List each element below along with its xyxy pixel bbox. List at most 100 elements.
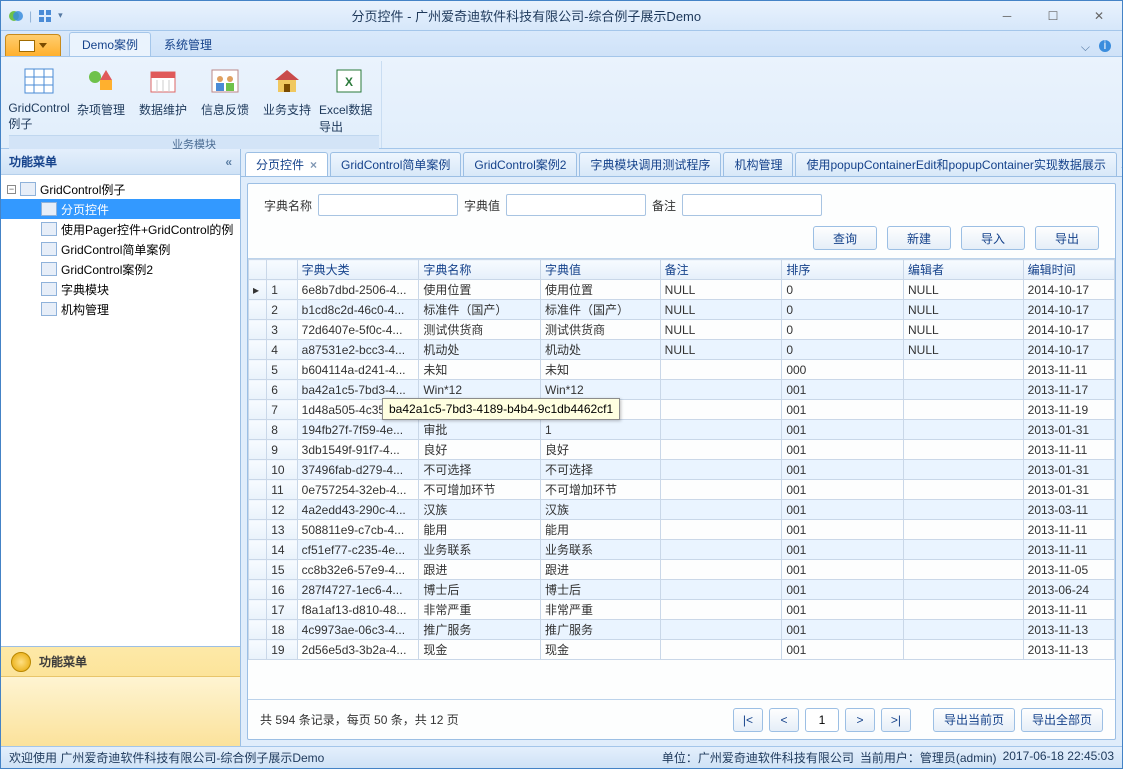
form-icon xyxy=(41,222,57,236)
rb-label: Excel数据导出 xyxy=(319,101,379,135)
tab-case2[interactable]: GridControl案例2 xyxy=(463,152,577,176)
tab-paging[interactable]: 分页控件× xyxy=(245,152,328,176)
cell-tooltip: ba42a1c5-7bd3-4189-b4b4-9c1db4462cf1 xyxy=(382,398,620,420)
form-icon xyxy=(41,202,57,216)
qat-dropdown-icon[interactable]: ▾ xyxy=(58,10,63,21)
col-sort[interactable]: 排序 xyxy=(782,260,904,280)
tree-item-org[interactable]: 机构管理 xyxy=(1,299,240,319)
col-name[interactable]: 字典名称 xyxy=(419,260,541,280)
filter-name-label: 字典名称 xyxy=(264,197,312,214)
tree-item-pagergrid[interactable]: 使用Pager控件+GridControl的例 xyxy=(1,219,240,239)
tab-dicttest[interactable]: 字典模块调用测试程序 xyxy=(579,152,721,176)
filter-remark-input[interactable] xyxy=(682,194,822,216)
tree-item-case2[interactable]: GridControl案例2 xyxy=(1,259,240,279)
data-grid[interactable]: 字典大类 字典名称 字典值 备注 排序 编辑者 编辑时间 ▸16e8b7dbd-… xyxy=(248,258,1115,699)
status-company: 单位：广州爱奇迪软件科技有限公司 xyxy=(662,749,854,766)
export-all-button[interactable]: 导出全部页 xyxy=(1021,708,1103,732)
table-row[interactable]: 15cc8b32e6-57e9-4...跟进跟进0012013-11-05 xyxy=(249,560,1115,580)
nav-footer: 功能菜单 xyxy=(1,646,240,746)
table-row[interactable]: 110e757254-32eb-4...不可增加环节不可增加环节0012013-… xyxy=(249,480,1115,500)
filter-name-input[interactable] xyxy=(318,194,458,216)
table-row[interactable]: 8194fb27f-7f59-4e...审批10012013-01-31 xyxy=(249,420,1115,440)
folder-icon xyxy=(20,182,36,196)
ribbon-feedback[interactable]: 信息反馈 xyxy=(195,61,255,135)
nav-collapse-icon[interactable]: « xyxy=(225,155,232,169)
tree-root[interactable]: −GridControl例子 xyxy=(1,179,240,199)
app-icon[interactable] xyxy=(7,7,25,25)
tab-scroll-left-icon[interactable]: ◄ xyxy=(1119,160,1122,174)
close-button[interactable]: ✕ xyxy=(1076,1,1122,30)
col-editor[interactable]: 编辑者 xyxy=(904,260,1024,280)
new-button[interactable]: 新建 xyxy=(887,226,951,250)
status-user: 当前用户：管理员(admin) xyxy=(860,749,997,766)
table-row[interactable]: ▸16e8b7dbd-2506-4...使用位置使用位置NULL0NULL201… xyxy=(249,280,1115,300)
query-button[interactable]: 查询 xyxy=(813,226,877,250)
status-bar: 欢迎使用 广州爱奇迪软件科技有限公司-综合例子展示Demo 单位：广州爱奇迪软件… xyxy=(1,746,1122,768)
form-icon xyxy=(41,282,57,296)
close-icon[interactable]: × xyxy=(310,158,317,172)
tree-item-simple[interactable]: GridControl简单案例 xyxy=(1,239,240,259)
ribbon-tab-system[interactable]: 系统管理 xyxy=(151,32,225,56)
import-button[interactable]: 导入 xyxy=(961,226,1025,250)
col-category[interactable]: 字典大类 xyxy=(297,260,419,280)
table-row[interactable]: 71d48a505-4c35...0012013-11-19 xyxy=(249,400,1115,420)
rb-label: GridControl例子 xyxy=(8,101,69,132)
tab-org[interactable]: 机构管理 xyxy=(723,152,793,176)
nav-header: 功能菜单 « xyxy=(1,149,240,175)
table-row[interactable]: 1037496fab-d279-4...不可选择不可选择0012013-01-3… xyxy=(249,460,1115,480)
minimize-button[interactable]: ─ xyxy=(984,1,1030,30)
status-welcome: 欢迎使用 广州爱奇迪软件科技有限公司-综合例子展示Demo xyxy=(9,749,324,766)
ribbon-misc[interactable]: 杂项管理 xyxy=(71,61,131,135)
qat-grid-icon[interactable] xyxy=(36,7,54,25)
tab-popup[interactable]: 使用popupContainerEdit和popupContainer实现数据展… xyxy=(795,152,1116,176)
ribbon-collapse-icon[interactable]: ⌵ xyxy=(1081,40,1090,55)
tab-simple[interactable]: GridControl简单案例 xyxy=(330,152,461,176)
document-tabs: 分页控件× GridControl简单案例 GridControl案例2 字典模… xyxy=(241,149,1122,177)
maximize-button[interactable]: ☐ xyxy=(1030,1,1076,30)
ribbon-gridcontrol[interactable]: GridControl例子 xyxy=(9,61,69,135)
table-row[interactable]: 372d6407e-5f0c-4...测试供货商测试供货商NULL0NULL20… xyxy=(249,320,1115,340)
tree-item-dict[interactable]: 字典模块 xyxy=(1,279,240,299)
key-icon xyxy=(11,652,31,672)
ribbon-tab-strip: Demo案例 系统管理 ⌵ i xyxy=(1,31,1122,57)
ribbon-support[interactable]: 业务支持 xyxy=(257,61,317,135)
col-value[interactable]: 字典值 xyxy=(541,260,661,280)
first-page-button[interactable]: |< xyxy=(733,708,763,732)
table-row[interactable]: 93db1549f-91f7-4...良好良好0012013-11-11 xyxy=(249,440,1115,460)
table-row[interactable]: 184c9973ae-06c3-4...推广服务推广服务0012013-11-1… xyxy=(249,620,1115,640)
table-row[interactable]: 192d56e5d3-3b2a-4...现金现金0012013-11-13 xyxy=(249,640,1115,660)
ribbon-data[interactable]: 数据维护 xyxy=(133,61,193,135)
grid-header-row: 字典大类 字典名称 字典值 备注 排序 编辑者 编辑时间 xyxy=(249,260,1115,280)
nav-menu-button[interactable]: 功能菜单 xyxy=(1,647,240,677)
table-row[interactable]: 17f8a1af13-d810-48...非常严重非常严重0012013-11-… xyxy=(249,600,1115,620)
col-time[interactable]: 编辑时间 xyxy=(1023,260,1114,280)
export-current-button[interactable]: 导出当前页 xyxy=(933,708,1015,732)
table-row[interactable]: 16287f4727-1ec6-4...博士后博士后0012013-06-24 xyxy=(249,580,1115,600)
nav-tree[interactable]: −GridControl例子 分页控件 使用Pager控件+GridContro… xyxy=(1,175,240,646)
ribbon-tab-demo[interactable]: Demo案例 xyxy=(69,32,151,56)
help-icon[interactable]: i xyxy=(1098,39,1112,56)
prev-page-button[interactable]: < xyxy=(769,708,799,732)
form-icon xyxy=(41,242,57,256)
table-row[interactable]: 2b1cd8c2d-46c0-4...标准件（国产）标准件（国产）NULL0NU… xyxy=(249,300,1115,320)
nav-title: 功能菜单 xyxy=(9,153,57,170)
table-row[interactable]: 4a87531e2-bcc3-4...机动处机动处NULL0NULL2014-1… xyxy=(249,340,1115,360)
col-remark[interactable]: 备注 xyxy=(660,260,782,280)
ribbon-excel[interactable]: XExcel数据导出 xyxy=(319,61,379,135)
filter-value-input[interactable] xyxy=(506,194,646,216)
table-row[interactable]: 13508811e9-c7cb-4...能用能用0012013-11-11 xyxy=(249,520,1115,540)
table-row[interactable]: 6ba42a1c5-7bd3-4...Win*12Win*120012013-1… xyxy=(249,380,1115,400)
table-row[interactable]: 5b604114a-d241-4...未知未知0002013-11-11 xyxy=(249,360,1115,380)
page-input[interactable] xyxy=(805,708,839,732)
tree-item-paging[interactable]: 分页控件 xyxy=(1,199,240,219)
last-page-button[interactable]: >| xyxy=(881,708,911,732)
app-menu-button[interactable] xyxy=(5,34,61,56)
table-row[interactable]: 124a2edd43-290c-4...汉族汉族0012013-03-11 xyxy=(249,500,1115,520)
filter-bar: 字典名称 字典值 备注 xyxy=(248,184,1115,226)
table-row[interactable]: 14cf51ef77-c235-4e...业务联系业务联系0012013-11-… xyxy=(249,540,1115,560)
form-icon xyxy=(41,262,57,276)
export-button[interactable]: 导出 xyxy=(1035,226,1099,250)
next-page-button[interactable]: > xyxy=(845,708,875,732)
shapes-icon xyxy=(85,65,117,97)
window-title: 分页控件 - 广州爱奇迪软件科技有限公司-综合例子展示Demo xyxy=(69,6,984,25)
